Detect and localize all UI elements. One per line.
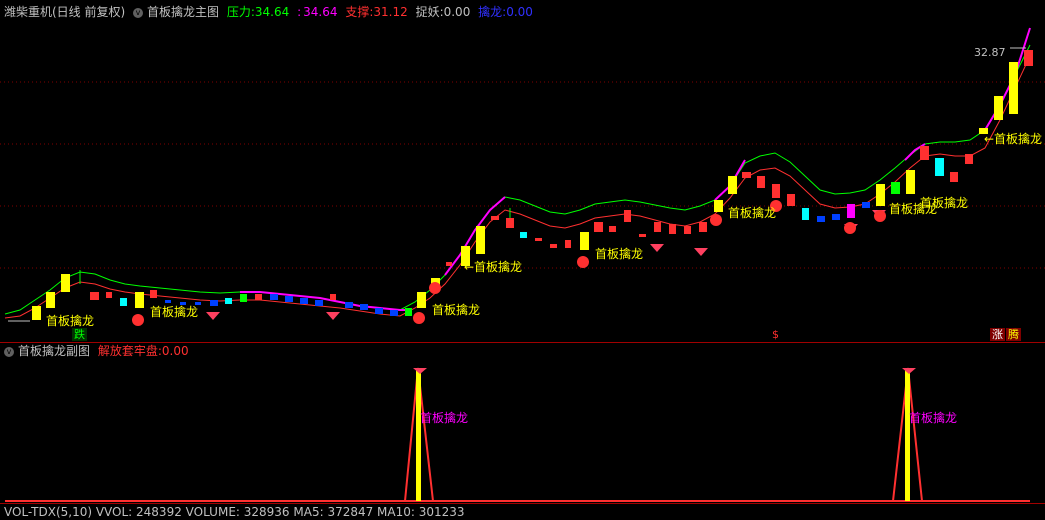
dollar-badge: $ xyxy=(772,328,779,341)
signal-label: 首板擒龙 xyxy=(728,205,776,220)
sub-spike-1-bar xyxy=(416,368,421,501)
sub-diamond-1 xyxy=(413,368,427,374)
die-badge: 跌 xyxy=(72,328,87,341)
signal-label: 首板擒龙 xyxy=(46,313,94,328)
magenta-trend-5 xyxy=(984,27,1031,131)
signal-label: 首板擒龙 xyxy=(595,246,643,261)
volume-header: VOL-TDX(5,10) VVOL: 248392 VOLUME: 32893… xyxy=(4,504,469,520)
candles xyxy=(32,50,1033,320)
signal-label: 首板擒龙 xyxy=(150,304,198,319)
teng-badge: 腾 xyxy=(1006,328,1021,341)
arrow-signal-label: ←首板擒龙 xyxy=(984,131,1042,146)
sub-signal-label-2: 首板擒龙 xyxy=(909,410,957,425)
price-peak-label: 32.87 xyxy=(974,46,1006,59)
sub-indicator-chart[interactable]: 首板擒龙 首板擒龙 xyxy=(0,344,1045,504)
zhang-badge: 涨 xyxy=(990,328,1005,341)
sub-signal-label-1: 首板擒龙 xyxy=(420,410,468,425)
signal-label: 首板擒龙 xyxy=(920,195,968,210)
sub-diamond-2 xyxy=(902,368,916,374)
signal-labels: 首板擒龙 首板擒龙 首板擒龙 ←首板擒龙 首板擒龙 首板擒龙 首板擒龙 首板擒龙… xyxy=(46,131,1042,328)
main-grid xyxy=(0,81,1045,269)
signal-label: 首板擒龙 xyxy=(432,302,480,317)
arrow-signal-label: ←首板擒龙 xyxy=(464,259,522,274)
volume-header-text[interactable]: VOL-TDX(5,10) VVOL: 248392 VOLUME: 32893… xyxy=(4,505,465,519)
sub-spike-2-bar xyxy=(905,368,910,501)
main-price-chart[interactable]: 32.87 首板擒龙 首板擒龙 首板擒龙 ←首板擒龙 首板擒龙 首板擒龙 首板擒… xyxy=(0,0,1045,343)
